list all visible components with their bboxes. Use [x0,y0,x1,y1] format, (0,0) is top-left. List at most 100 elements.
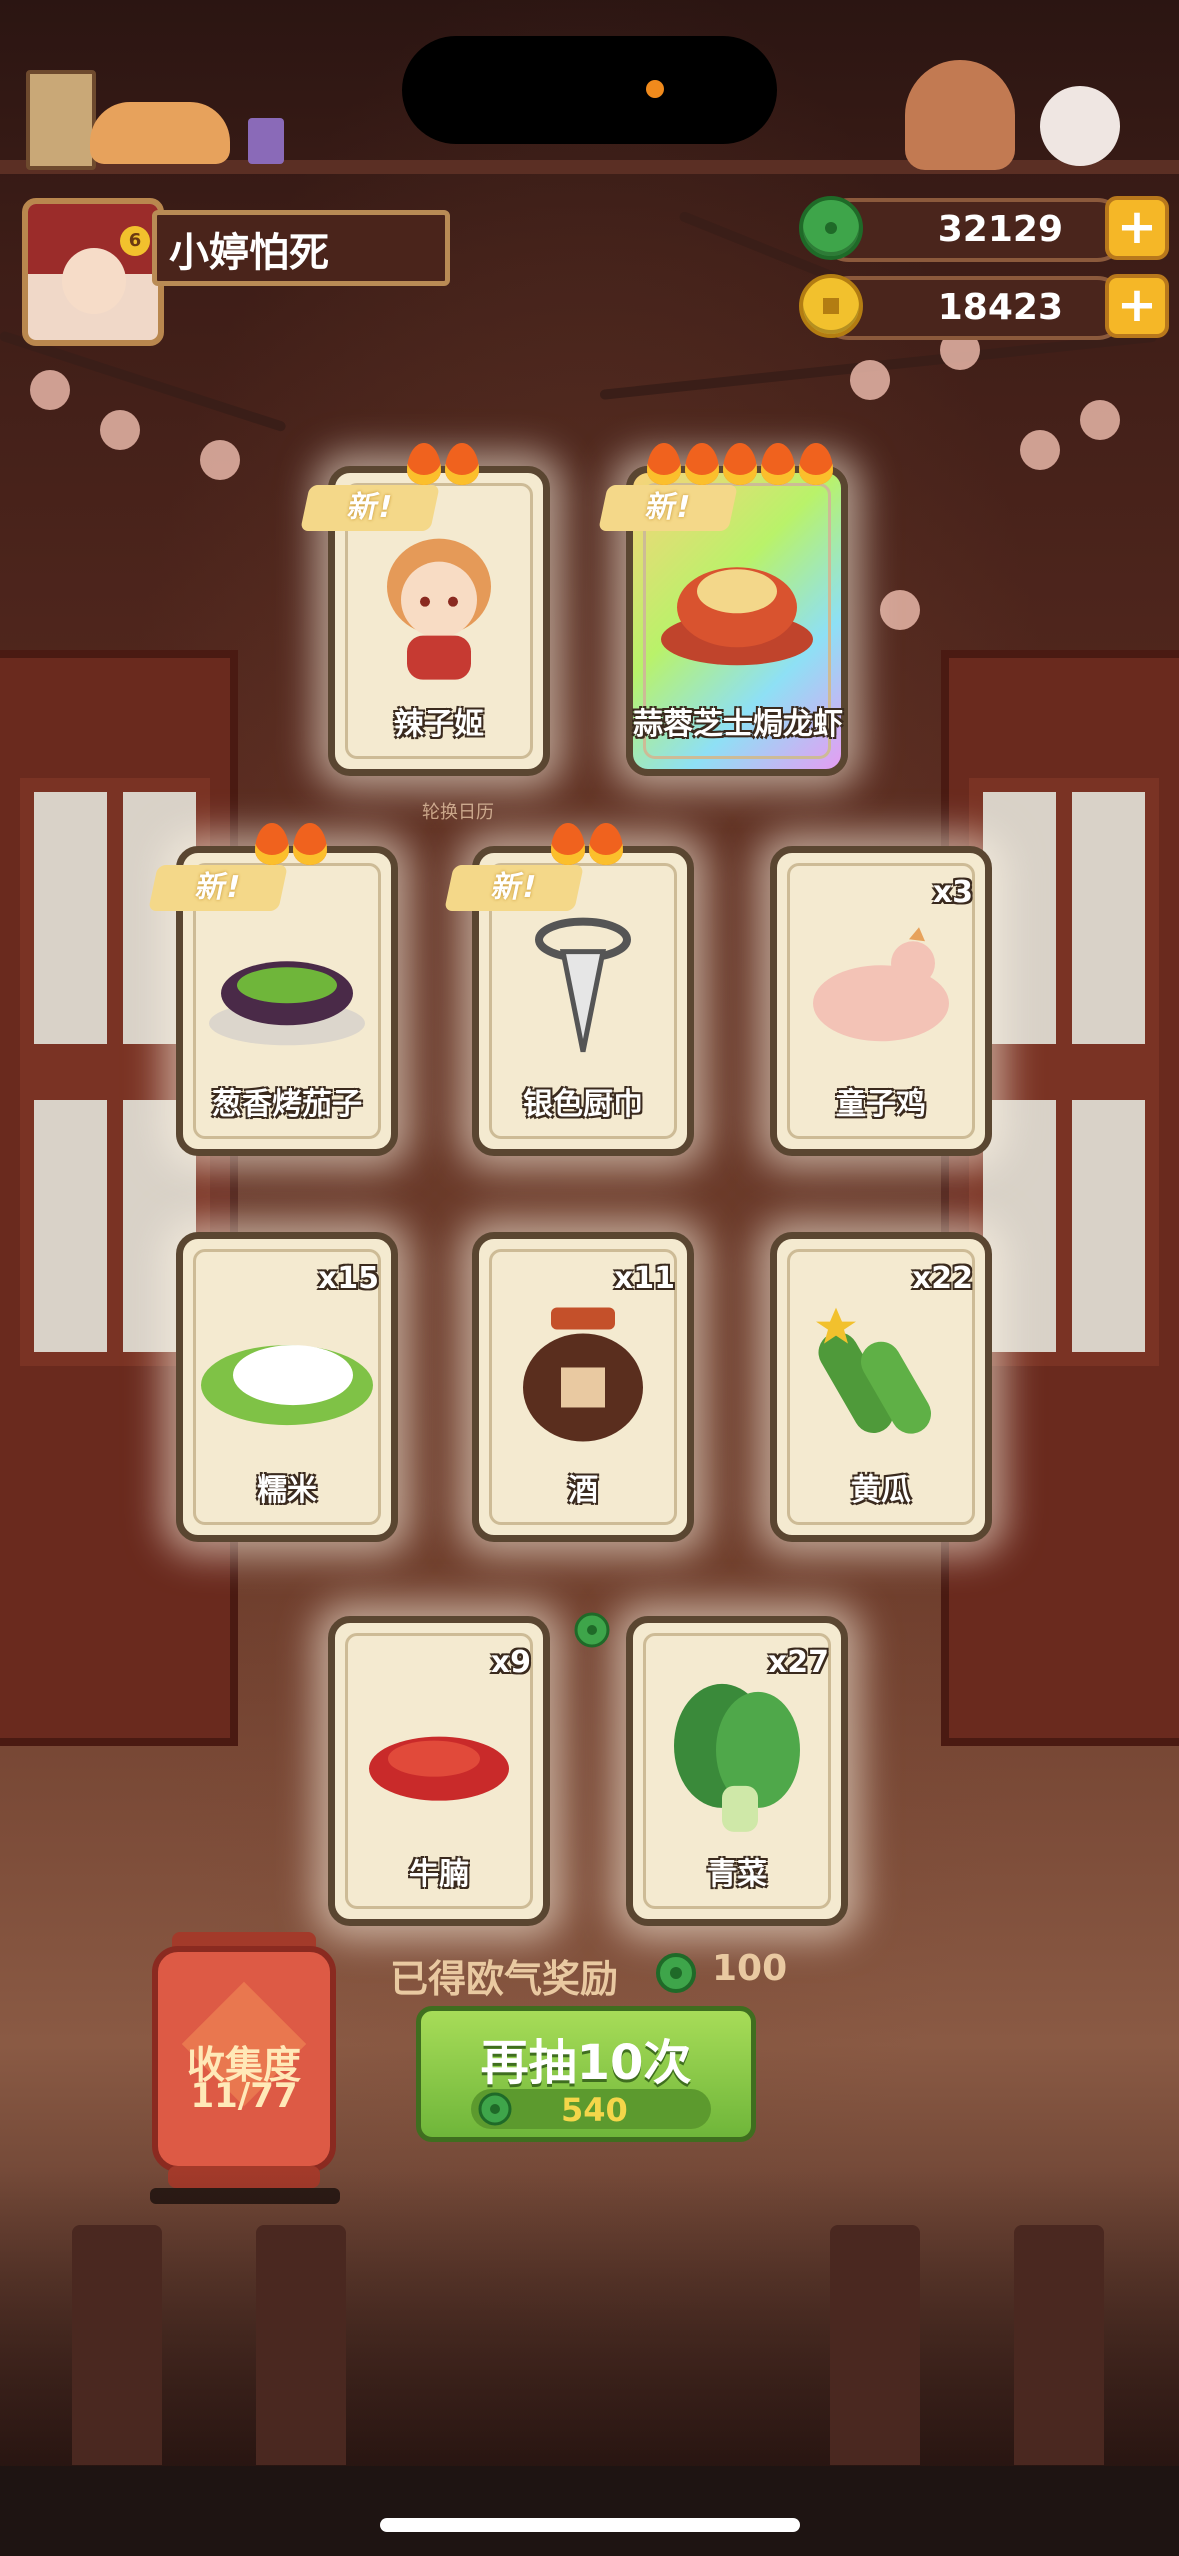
flame-icon [723,443,757,485]
jade-icon [478,2092,512,2126]
flame-icon [551,823,585,865]
sleeping-cat-icon [90,102,230,164]
right-window [941,650,1179,1746]
card-label: 葱香烤茄子 [212,1087,362,1122]
reward-card[interactable]: x22 黄瓜 [770,1232,992,1542]
rotation-calendar-label[interactable]: 轮换日历 [422,798,494,824]
wine-jar-icon [513,1303,653,1447]
beef-brisket-icon [364,1711,514,1815]
floor-shadow [0,2170,1179,2470]
fence-post [830,2225,920,2465]
camera-indicator-dot [646,80,664,98]
lobster-dish-icon [652,543,822,677]
card-label: 糯米 [257,1473,317,1508]
collection-progress: 11/77 [190,2076,298,2116]
bok-choy-icon [662,1676,812,1840]
jade-icon [799,196,863,260]
fence-post [1014,2225,1104,2465]
new-badge: 新! [598,485,738,531]
cup-icon [248,118,284,164]
item-count: x3 [932,875,973,910]
blossom [100,410,140,450]
draw-again-label: 再抽10次 [480,2035,692,2091]
coin-currency: 18423 + [799,274,1169,340]
card-label: 青菜 [707,1857,767,1892]
flame-icon [445,443,479,485]
white-cat-icon [1040,86,1120,166]
luck-reward-label: 已得欧气奖励 [390,1957,619,2001]
blossom [1080,400,1120,440]
cucumber-icon [806,1298,956,1452]
reward-card[interactable]: 新! 蒜蓉芝士焗龙虾 [598,443,848,776]
blossom [30,370,70,410]
item-count: x11 [613,1261,675,1296]
rarity-flames [551,823,623,867]
draw-cost-value: 540 [561,2091,628,2129]
card-label: 辣子姬 [394,707,484,742]
item-count: x22 [911,1261,973,1296]
grilled-eggplant-icon [202,923,372,1057]
blossom [1020,430,1060,470]
flame-icon [407,443,441,485]
flame-icon [293,823,327,865]
jade-token-icon [574,1612,610,1648]
chili-girl-character-icon [369,532,509,686]
bottom-bar [0,2466,1179,2556]
luck-reward-value: 100 [712,1948,788,1989]
spring-chicken-icon [801,923,961,1057]
draw-again-button[interactable]: 再抽10次 540 [416,2006,756,2142]
reward-card[interactable]: 新! 辣子姬 [300,443,550,776]
card-label: 酒 [568,1473,598,1508]
player-level-badge: 6 [120,226,150,256]
rarity-flames [255,823,327,867]
flame-icon [255,823,289,865]
left-window [0,650,238,1746]
item-count: x15 [317,1261,379,1296]
rarity-flames [647,443,833,487]
rarity-flames [407,443,479,487]
home-indicator[interactable] [380,2518,800,2532]
camera-notch [402,36,777,144]
reward-card[interactable]: 新! 葱香烤茄子 [148,823,398,1156]
blossom [200,440,240,480]
reward-card[interactable]: 新! 银色厨巾 [444,823,694,1156]
card-label: 黄瓜 [851,1473,911,1508]
sticky-rice-icon [197,1315,377,1439]
collection-lantern-button[interactable]: 收集度 11/77 [152,1946,336,2172]
card-label: 银色厨巾 [523,1087,643,1122]
fence-post [256,2225,346,2465]
blossom [850,360,890,400]
player-name: 小婷怕死 [152,210,450,286]
reward-card[interactable]: x3 童子鸡 [770,846,992,1156]
window-lattice [969,778,1159,1366]
avatar-face [62,248,126,314]
flame-icon [647,443,681,485]
blossom [880,590,920,630]
new-badge: 新! [300,485,440,531]
reward-card[interactable]: x27 青菜 [626,1616,848,1926]
item-count: x27 [767,1645,829,1680]
jade-icon [656,1953,696,1993]
coin-amount: 18423 [937,287,1063,328]
reward-card[interactable]: x15 糯米 [176,1232,398,1542]
card-label: 蒜蓉芝士焗龙虾 [633,707,843,742]
flame-icon [761,443,795,485]
silver-scarf-icon [523,912,643,1066]
add-coin-button[interactable]: + [1105,274,1169,338]
new-badge: 新! [148,865,288,911]
item-count: x9 [490,1645,531,1680]
jade-currency: 32129 + [799,196,1169,262]
flame-icon [799,443,833,485]
player-avatar[interactable]: 6 [22,198,164,346]
flame-icon [685,443,719,485]
new-badge: 新! [444,865,584,911]
jade-amount: 32129 [937,209,1063,250]
scroll-decoration-icon [26,70,96,170]
fence-post [72,2225,162,2465]
card-label: 牛腩 [409,1857,469,1892]
reward-card[interactable]: x11 酒 [472,1232,694,1542]
add-jade-button[interactable]: + [1105,196,1169,260]
flame-icon [589,823,623,865]
reward-card[interactable]: x9 牛腩 [328,1616,550,1926]
card-label: 童子鸡 [836,1087,926,1122]
